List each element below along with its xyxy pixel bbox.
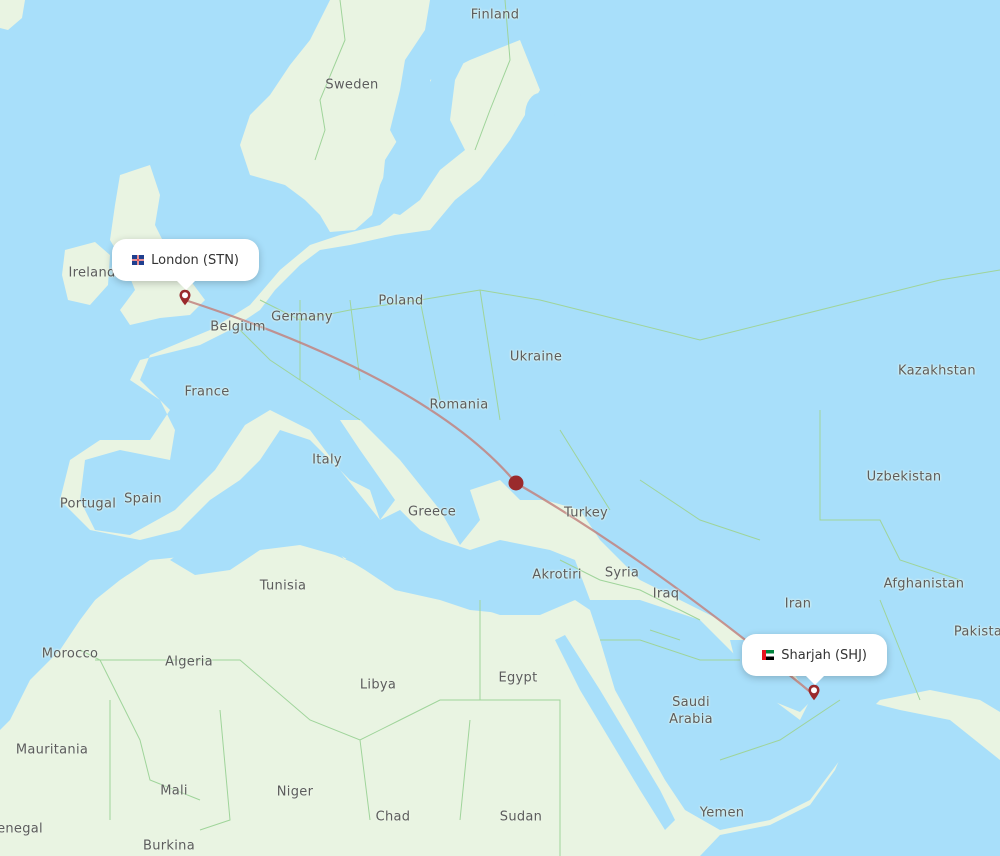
country-label-ukraine: Ukraine <box>509 349 563 365</box>
country-label-libya: Libya <box>359 677 397 693</box>
country-label-sudan: Sudan <box>499 809 543 825</box>
origin-popup[interactable]: London (STN) <box>112 239 259 290</box>
country-label-uzbekistan: Uzbekistan <box>866 469 942 485</box>
country-label-finland: Finland <box>470 7 520 23</box>
lake-balkhash <box>857 400 873 440</box>
country-label-mali: Mali <box>160 783 188 799</box>
country-label-morocco: Morocco <box>41 646 99 662</box>
country-label-kazakhstan: Kazakhstan <box>898 363 976 379</box>
country-label-niger: Niger <box>276 784 314 800</box>
country-label-france: France <box>184 384 230 400</box>
white-sea <box>555 0 625 40</box>
uk-flag-icon <box>132 255 145 265</box>
caspian-sea <box>720 385 800 545</box>
country-label-romania: Romania <box>429 397 489 413</box>
country-label-algeria: Algeria <box>165 654 213 670</box>
destination-airport-label: Sharjah (SHJ) <box>781 647 867 663</box>
country-label-greece: Greece <box>407 504 457 520</box>
country-label-egypt: Egypt <box>498 670 538 686</box>
country-label-iraq: Iraq <box>652 586 680 602</box>
route-midpoint-marker[interactable] <box>508 475 524 491</box>
country-label-sweden: Sweden <box>325 77 379 93</box>
black-sea <box>500 395 660 480</box>
country-label-portugal: Portugal <box>59 496 117 512</box>
country-label-ireland: Ireland <box>68 265 116 281</box>
map-canvas[interactable] <box>0 0 1000 856</box>
country-label-italy: Italy <box>312 452 342 468</box>
country-label-burkina: Burkina <box>143 838 195 854</box>
country-label-germany: Germany <box>271 309 333 325</box>
country-label-turkey: Turkey <box>563 505 609 521</box>
country-label-saudi-arabia: Saudi Arabia <box>669 695 713 727</box>
country-label-belgium: Belgium <box>210 319 266 335</box>
country-label-akrotiri: Akrotiri <box>532 567 582 583</box>
country-label-syria: Syria <box>604 565 640 581</box>
lake-ladoga <box>525 93 555 137</box>
lake-onega <box>580 75 600 115</box>
destination-pin-icon[interactable] <box>807 684 821 702</box>
country-label-chad: Chad <box>375 809 411 825</box>
country-label-afghanistan: Afghanistan <box>883 576 965 592</box>
country-label-tunisia: Tunisia <box>259 578 307 594</box>
country-label-enegal: enegal <box>0 821 43 837</box>
uae-flag-icon <box>762 650 775 660</box>
origin-airport-label: London (STN) <box>151 252 239 268</box>
country-label-iran: Iran <box>784 596 812 612</box>
country-label-mauritania: Mauritania <box>15 742 89 758</box>
country-label-poland: Poland <box>378 293 424 309</box>
country-label-yemen: Yemen <box>699 805 745 821</box>
origin-pin-icon[interactable] <box>178 289 192 307</box>
country-label-spain: Spain <box>124 491 162 507</box>
land-iceland <box>0 0 25 30</box>
country-label-pakista: Pakista <box>953 624 1000 640</box>
destination-popup[interactable]: Sharjah (SHJ) <box>742 634 887 685</box>
